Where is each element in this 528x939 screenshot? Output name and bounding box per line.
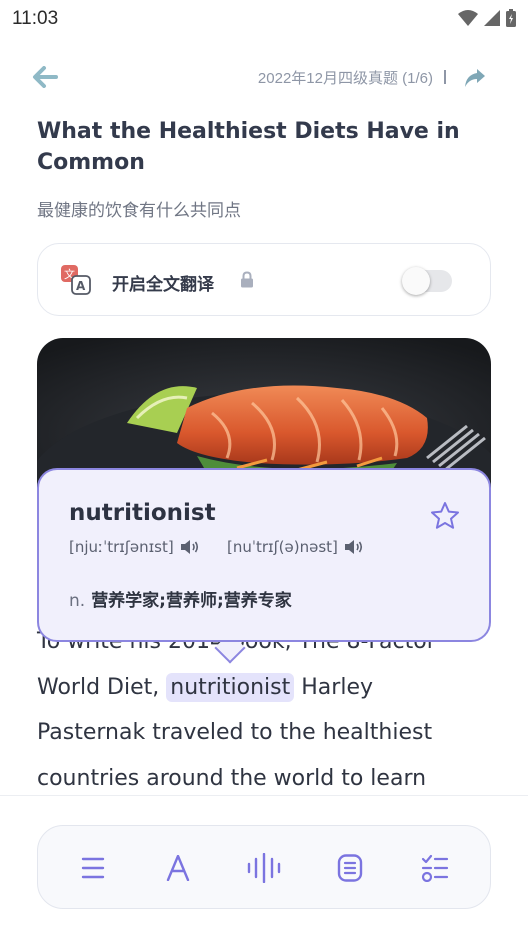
word-popup: nutritionist [njuːˈtrɪʃənɪst] [nuˈtrɪʃ(ə… <box>37 468 491 642</box>
body-line: World Diet, nutritionist Harley <box>37 665 491 711</box>
nav-divider <box>444 70 446 84</box>
audio-icon <box>247 853 281 883</box>
checklist-button[interactable] <box>415 848 455 888</box>
article-title: What the Healthiest Diets Have in Common <box>37 119 460 175</box>
checklist-icon <box>421 854 449 882</box>
article-subtitle: 最健康的饮食有什么共同点 <box>37 201 241 221</box>
font-icon <box>166 855 190 881</box>
signal-icon <box>484 10 500 26</box>
bottom-divider <box>0 795 528 796</box>
font-button[interactable] <box>158 848 198 888</box>
phonetic-uk-text: [njuːˈtrɪʃənɪst] <box>69 538 174 556</box>
selected-word[interactable]: nutritionist <box>166 672 295 702</box>
bottom-toolbar <box>37 825 491 909</box>
status-time: 11:03 <box>12 8 59 29</box>
definition-text: 营养学家;营养师;营养专家 <box>91 591 292 611</box>
back-arrow-icon <box>33 66 58 88</box>
back-button[interactable] <box>30 62 60 92</box>
translate-icon: 文 A <box>61 265 91 295</box>
body-line: Pasternak traveled to the healthiest <box>37 720 433 745</box>
audio-button[interactable] <box>244 848 284 888</box>
menu-button[interactable] <box>73 848 113 888</box>
nav-title: 2022年12月四级真题 (1/6) <box>257 70 433 87</box>
phonetic-uk: [njuːˈtrɪʃənɪst] <box>69 538 200 556</box>
speaker-icon[interactable] <box>180 539 200 555</box>
status-bar: 11:03 <box>0 0 528 36</box>
document-button[interactable] <box>330 848 370 888</box>
article-body: To write his 2014 book, The 8-Factor Wor… <box>37 619 491 801</box>
share-button[interactable] <box>460 63 490 93</box>
top-nav: 2022年12月四级真题 (1/6) <box>0 58 528 98</box>
phonetic-us-text: [nuˈtrɪʃ(ə)nəst] <box>227 538 338 556</box>
phonetic-us: [nuˈtrɪʃ(ə)nəst] <box>227 538 364 556</box>
translate-toggle[interactable] <box>402 267 452 295</box>
popup-definition: n. 营养学家;营养师;营养专家 <box>69 586 292 611</box>
wifi-icon <box>458 10 478 26</box>
star-icon[interactable] <box>429 500 461 532</box>
share-icon <box>465 69 485 87</box>
lock-icon <box>241 271 253 288</box>
body-text: Harley <box>294 674 373 700</box>
menu-icon <box>81 857 105 879</box>
speaker-icon[interactable] <box>344 539 364 555</box>
status-icons <box>458 8 516 28</box>
battery-icon <box>506 9 516 27</box>
body-text: World Diet, <box>37 674 167 700</box>
translate-card: 文 A 开启全文翻译 <box>37 243 491 316</box>
svg-text:A: A <box>76 279 86 293</box>
document-icon <box>337 854 363 882</box>
translate-label: 开启全文翻译 <box>112 275 214 295</box>
toggle-knob <box>402 267 430 295</box>
part-of-speech: n. <box>69 591 86 611</box>
popup-word: nutritionist <box>69 500 216 526</box>
